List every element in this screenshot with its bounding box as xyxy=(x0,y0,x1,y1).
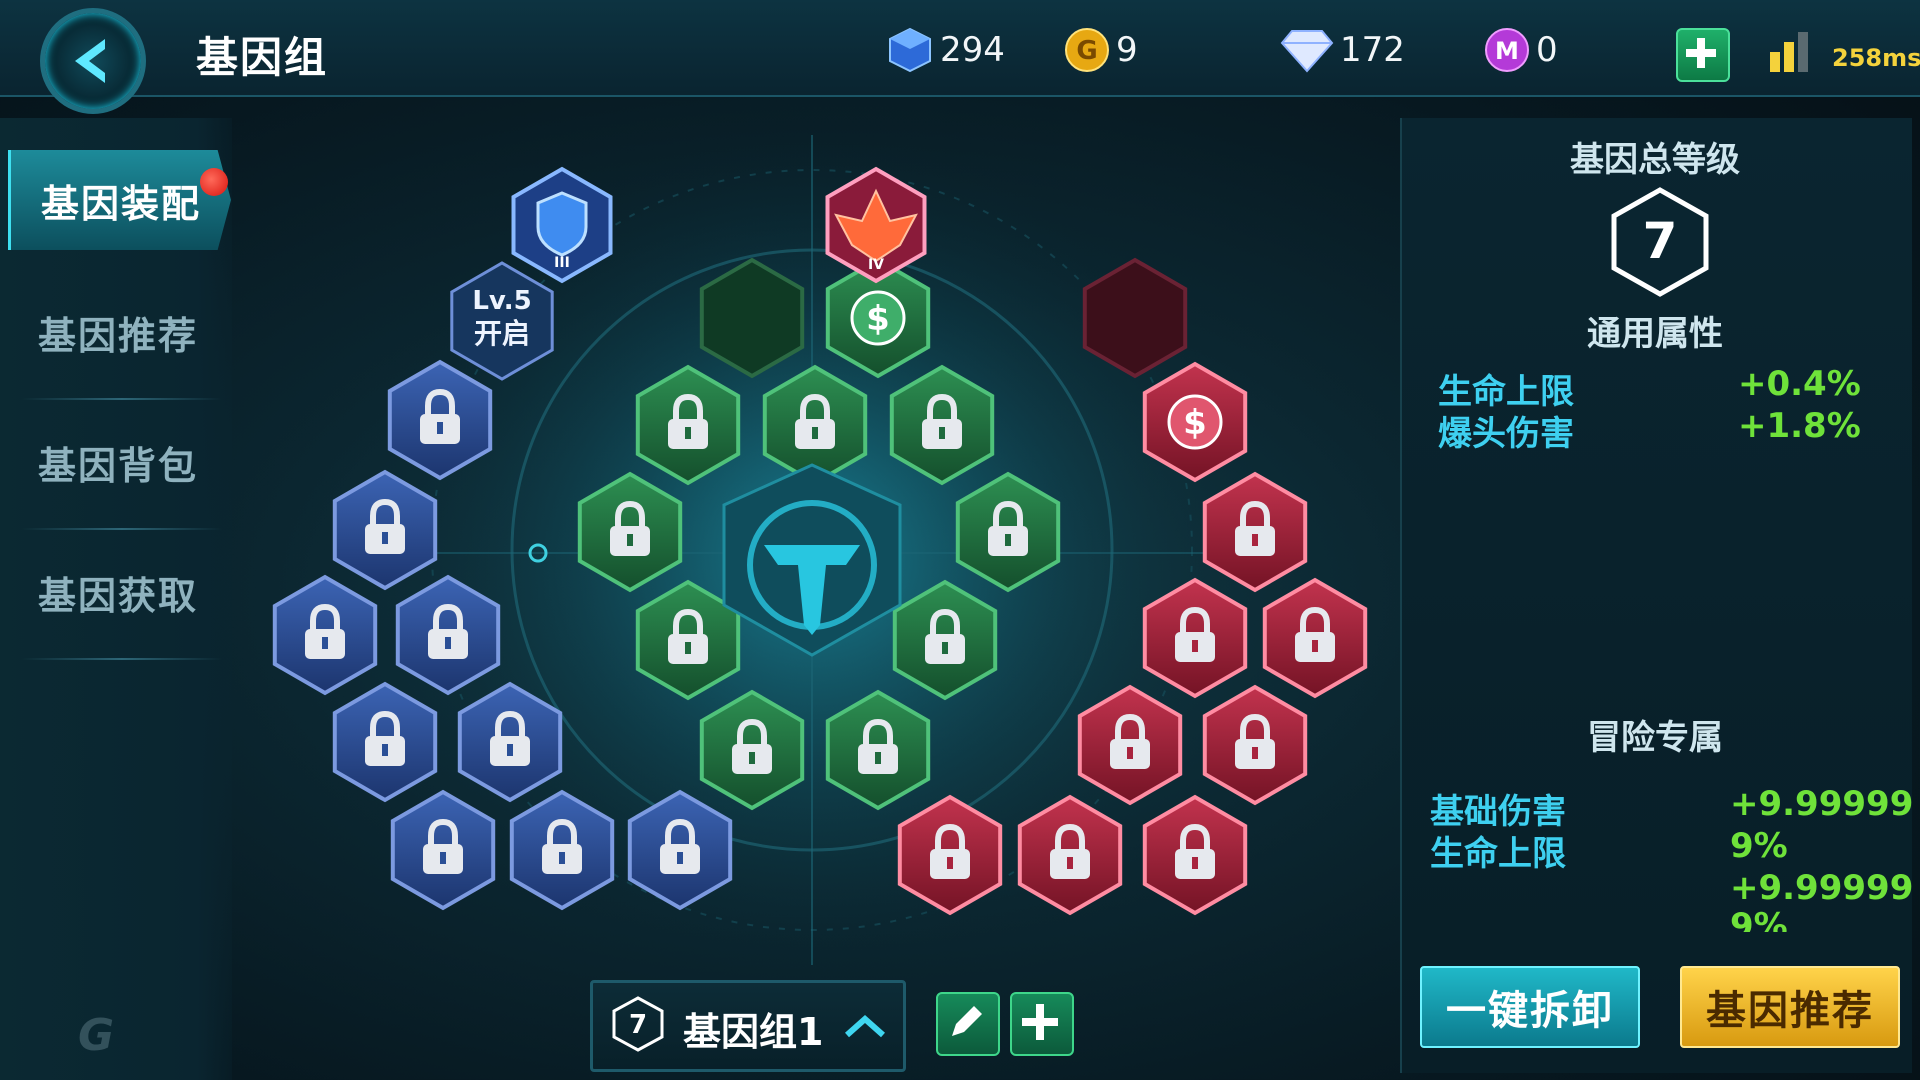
gene-slot-locked[interactable] xyxy=(1202,684,1308,806)
blue-cube-icon xyxy=(889,27,931,73)
sidebar-item-label: 基因装配 xyxy=(40,181,201,226)
sidebar-item-gene-bag[interactable]: 基因背包 xyxy=(8,412,228,512)
chevron-up-icon xyxy=(845,1014,885,1038)
unlock-level-text: Lv.5 xyxy=(472,286,531,316)
gene-slot-locked[interactable] xyxy=(272,574,378,696)
gene-slot-locked[interactable] xyxy=(390,789,496,911)
total-level-title: 基因总等级 xyxy=(1570,140,1740,180)
general-attr-title: 通用属性 xyxy=(1587,314,1723,354)
sidebar-item-gene-equip[interactable]: 基因装配 xyxy=(8,150,231,250)
resource-gem: M 0 xyxy=(1484,28,1558,72)
plus-icon xyxy=(1022,1004,1058,1040)
recommend-button[interactable]: 基因推荐 xyxy=(1680,966,1900,1048)
gene-group-selector[interactable]: 7 基因组1 xyxy=(590,980,906,1072)
sidebar-item-gene-recommend[interactable]: 基因推荐 xyxy=(8,282,228,382)
divider xyxy=(22,658,222,660)
group-level-badge: 7 xyxy=(612,996,664,1052)
gene-slot-locked[interactable] xyxy=(1142,794,1248,916)
add-currency-button[interactable] xyxy=(1676,28,1730,82)
unlock-hint-text: 开启 xyxy=(474,317,530,350)
diamond-icon xyxy=(1280,30,1334,73)
resource-cube: 294 xyxy=(886,27,1005,73)
divider xyxy=(22,398,222,400)
gene-slot-locked[interactable] xyxy=(1262,577,1368,699)
sidebar-item-label: 基因背包 xyxy=(37,443,198,488)
resource-diamond: 172 xyxy=(1280,28,1405,73)
shield-icon xyxy=(536,191,588,257)
gem-count: 0 xyxy=(1536,30,1558,70)
unequip-all-button[interactable]: 一键拆卸 xyxy=(1420,966,1640,1048)
purple-gem-icon: M xyxy=(1485,28,1529,72)
page-title: 基因组 xyxy=(196,33,329,82)
gold-coin-icon: G xyxy=(1065,28,1109,72)
gene-slot-locked[interactable] xyxy=(332,681,438,803)
plus-icon xyxy=(1686,38,1716,68)
back-button[interactable] xyxy=(40,8,146,114)
pencil-icon xyxy=(952,1006,982,1036)
resource-coin: G 9 xyxy=(1064,28,1138,72)
notification-dot xyxy=(200,168,228,196)
gene-symbol-text: $ xyxy=(1183,403,1207,443)
red-badge-tier: IV xyxy=(868,257,884,273)
svg-text:M: M xyxy=(1495,37,1519,65)
ping-label: 258ms xyxy=(1832,44,1920,72)
attr-value: +0.4% xyxy=(1738,364,1861,404)
signal-icon xyxy=(1770,32,1808,72)
coin-count: 9 xyxy=(1116,30,1138,70)
attr-name: 爆头伤害 xyxy=(1438,414,1574,454)
group-name: 基因组1 xyxy=(683,1010,824,1054)
divider xyxy=(22,528,222,530)
rename-button[interactable] xyxy=(936,992,1000,1056)
add-group-button[interactable] xyxy=(1010,992,1074,1056)
attr-value: 9% xyxy=(1730,906,1788,932)
blue-badge-tier: III xyxy=(554,255,570,271)
gene-symbol-text: $ xyxy=(866,299,890,339)
gene-board: $ $ Lv.5 开启 III IV xyxy=(272,130,1368,970)
cube-count: 294 xyxy=(940,30,1005,70)
diamond-count: 172 xyxy=(1340,30,1405,70)
attr-value: +9.99999 xyxy=(1730,868,1914,908)
back-arrow-icon xyxy=(75,39,105,83)
adventure-attr-title: 冒险专属 xyxy=(1587,718,1723,758)
svg-text:G: G xyxy=(1076,36,1097,66)
sidebar-item-label: 基因推荐 xyxy=(37,313,198,358)
game-logo-icon: G xyxy=(78,1010,115,1061)
attr-value: +9.99999 xyxy=(1730,784,1914,824)
total-level-badge: 7 xyxy=(1611,187,1709,297)
sidebar-item-gene-obtain[interactable]: 基因获取 xyxy=(8,542,228,642)
group-level-value: 7 xyxy=(629,1010,647,1040)
attr-name: 生命上限 xyxy=(1430,834,1566,874)
attr-value: 9% xyxy=(1730,826,1788,866)
attr-value: +1.8% xyxy=(1738,406,1861,446)
total-level-value: 7 xyxy=(1643,212,1678,270)
sidebar-item-label: 基因获取 xyxy=(37,573,198,618)
